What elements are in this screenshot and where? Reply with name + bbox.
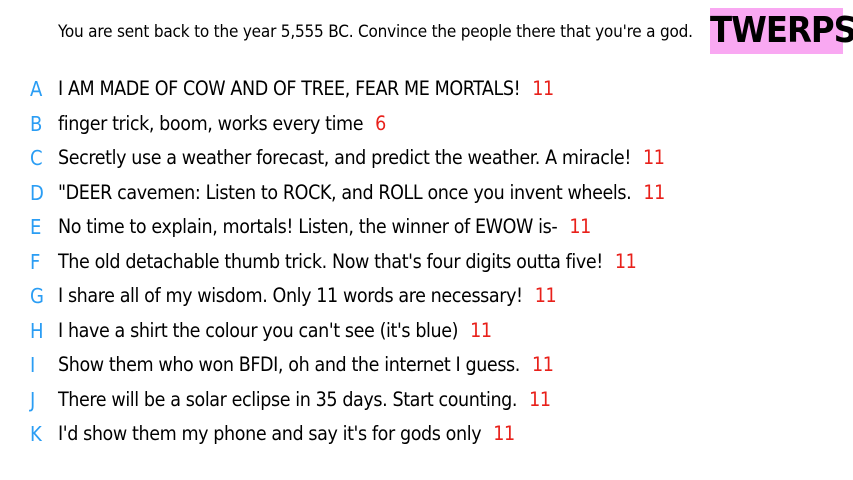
response-letter: C: [30, 146, 43, 170]
response-word-count: 6: [375, 111, 386, 135]
response-list: A I AM MADE OF COW AND OF TREE, FEAR ME M…: [0, 72, 853, 452]
response-word-count: 11: [534, 284, 557, 307]
response-letter: F: [30, 249, 41, 274]
twerps-logo: TWERPS: [710, 8, 853, 54]
response-row: J There will be a solar eclipse in 35 day…: [0, 383, 853, 418]
response-row: K I'd show them my phone and say it's for…: [0, 417, 853, 452]
response-text-wrap: Show them who won BFDI, oh and the inter…: [58, 348, 554, 383]
response-word-count: 11: [643, 180, 665, 204]
response-word-count: 11: [569, 215, 591, 238]
response-text: Show them who won BFDI, oh and the inter…: [58, 353, 520, 376]
response-text: There will be a solar eclipse in 35 days…: [58, 387, 518, 411]
response-word-count: 11: [493, 422, 515, 445]
response-text: finger trick, boom, works every time: [58, 111, 364, 135]
response-text: Secretly use a weather forecast, and pre…: [58, 146, 631, 169]
response-row: D "DEER cavemen: Listen to ROCK, and ROLL…: [0, 176, 853, 211]
response-row: H I have a shirt the colour you can't see…: [0, 314, 853, 349]
response-text-wrap: "DEER cavemen: Listen to ROCK, and ROLL …: [58, 176, 665, 211]
response-text: I AM MADE OF COW AND OF TREE, FEAR ME MO…: [58, 77, 521, 100]
response-text: The old detachable thumb trick. Now that…: [58, 249, 603, 273]
response-letter: A: [30, 77, 43, 101]
response-letter: E: [30, 215, 42, 239]
response-text-wrap: I'd show them my phone and say it's for …: [58, 417, 515, 452]
response-word-count: 11: [642, 146, 665, 169]
response-text: No time to explain, mortals! Listen, the…: [58, 215, 558, 238]
response-word-count: 11: [532, 77, 554, 100]
response-letter: D: [30, 180, 44, 205]
response-row: I Show them who won BFDI, oh and the inte…: [0, 348, 853, 383]
response-text-wrap: Secretly use a weather forecast, and pre…: [58, 141, 665, 176]
response-text-wrap: I AM MADE OF COW AND OF TREE, FEAR ME MO…: [58, 72, 554, 107]
prompt-text: You are sent back to the year 5,555 BC. …: [58, 22, 693, 42]
response-letter: B: [30, 111, 43, 136]
response-word-count: 11: [529, 387, 551, 411]
response-text: I share all of my wisdom. Only 11 words …: [58, 284, 523, 307]
response-row: C Secretly use a weather forecast, and pr…: [0, 141, 853, 176]
response-text-wrap: I have a shirt the colour you can't see …: [58, 314, 492, 349]
response-row: A I AM MADE OF COW AND OF TREE, FEAR ME M…: [0, 72, 853, 107]
response-text-wrap: No time to explain, mortals! Listen, the…: [58, 210, 591, 245]
response-word-count: 11: [531, 353, 554, 376]
response-text-wrap: There will be a solar eclipse in 35 days…: [58, 383, 551, 418]
response-row: Bfinger trick, boom, works every time 6: [0, 107, 853, 142]
response-row: G I share all of my wisdom. Only 11 words…: [0, 279, 853, 314]
response-word-count: 11: [470, 318, 492, 342]
response-letter: K: [30, 422, 42, 446]
response-text: "DEER cavemen: Listen to ROCK, and ROLL …: [58, 180, 632, 204]
response-letter: G: [30, 284, 44, 308]
response-text: I have a shirt the colour you can't see …: [58, 318, 459, 342]
response-letter: J: [30, 387, 36, 412]
response-row: E No time to explain, mortals! Listen, th…: [0, 210, 853, 245]
response-letter: H: [30, 318, 44, 343]
response-word-count: 11: [614, 249, 637, 273]
response-text-wrap: The old detachable thumb trick. Now that…: [58, 245, 637, 280]
response-text-wrap: I share all of my wisdom. Only 11 words …: [58, 279, 557, 314]
response-letter: I: [30, 353, 36, 377]
response-text: I'd show them my phone and say it's for …: [58, 422, 482, 445]
response-row: F The old detachable thumb trick. Now tha…: [0, 245, 853, 280]
response-text-wrap: finger trick, boom, works every time 6: [58, 107, 386, 142]
